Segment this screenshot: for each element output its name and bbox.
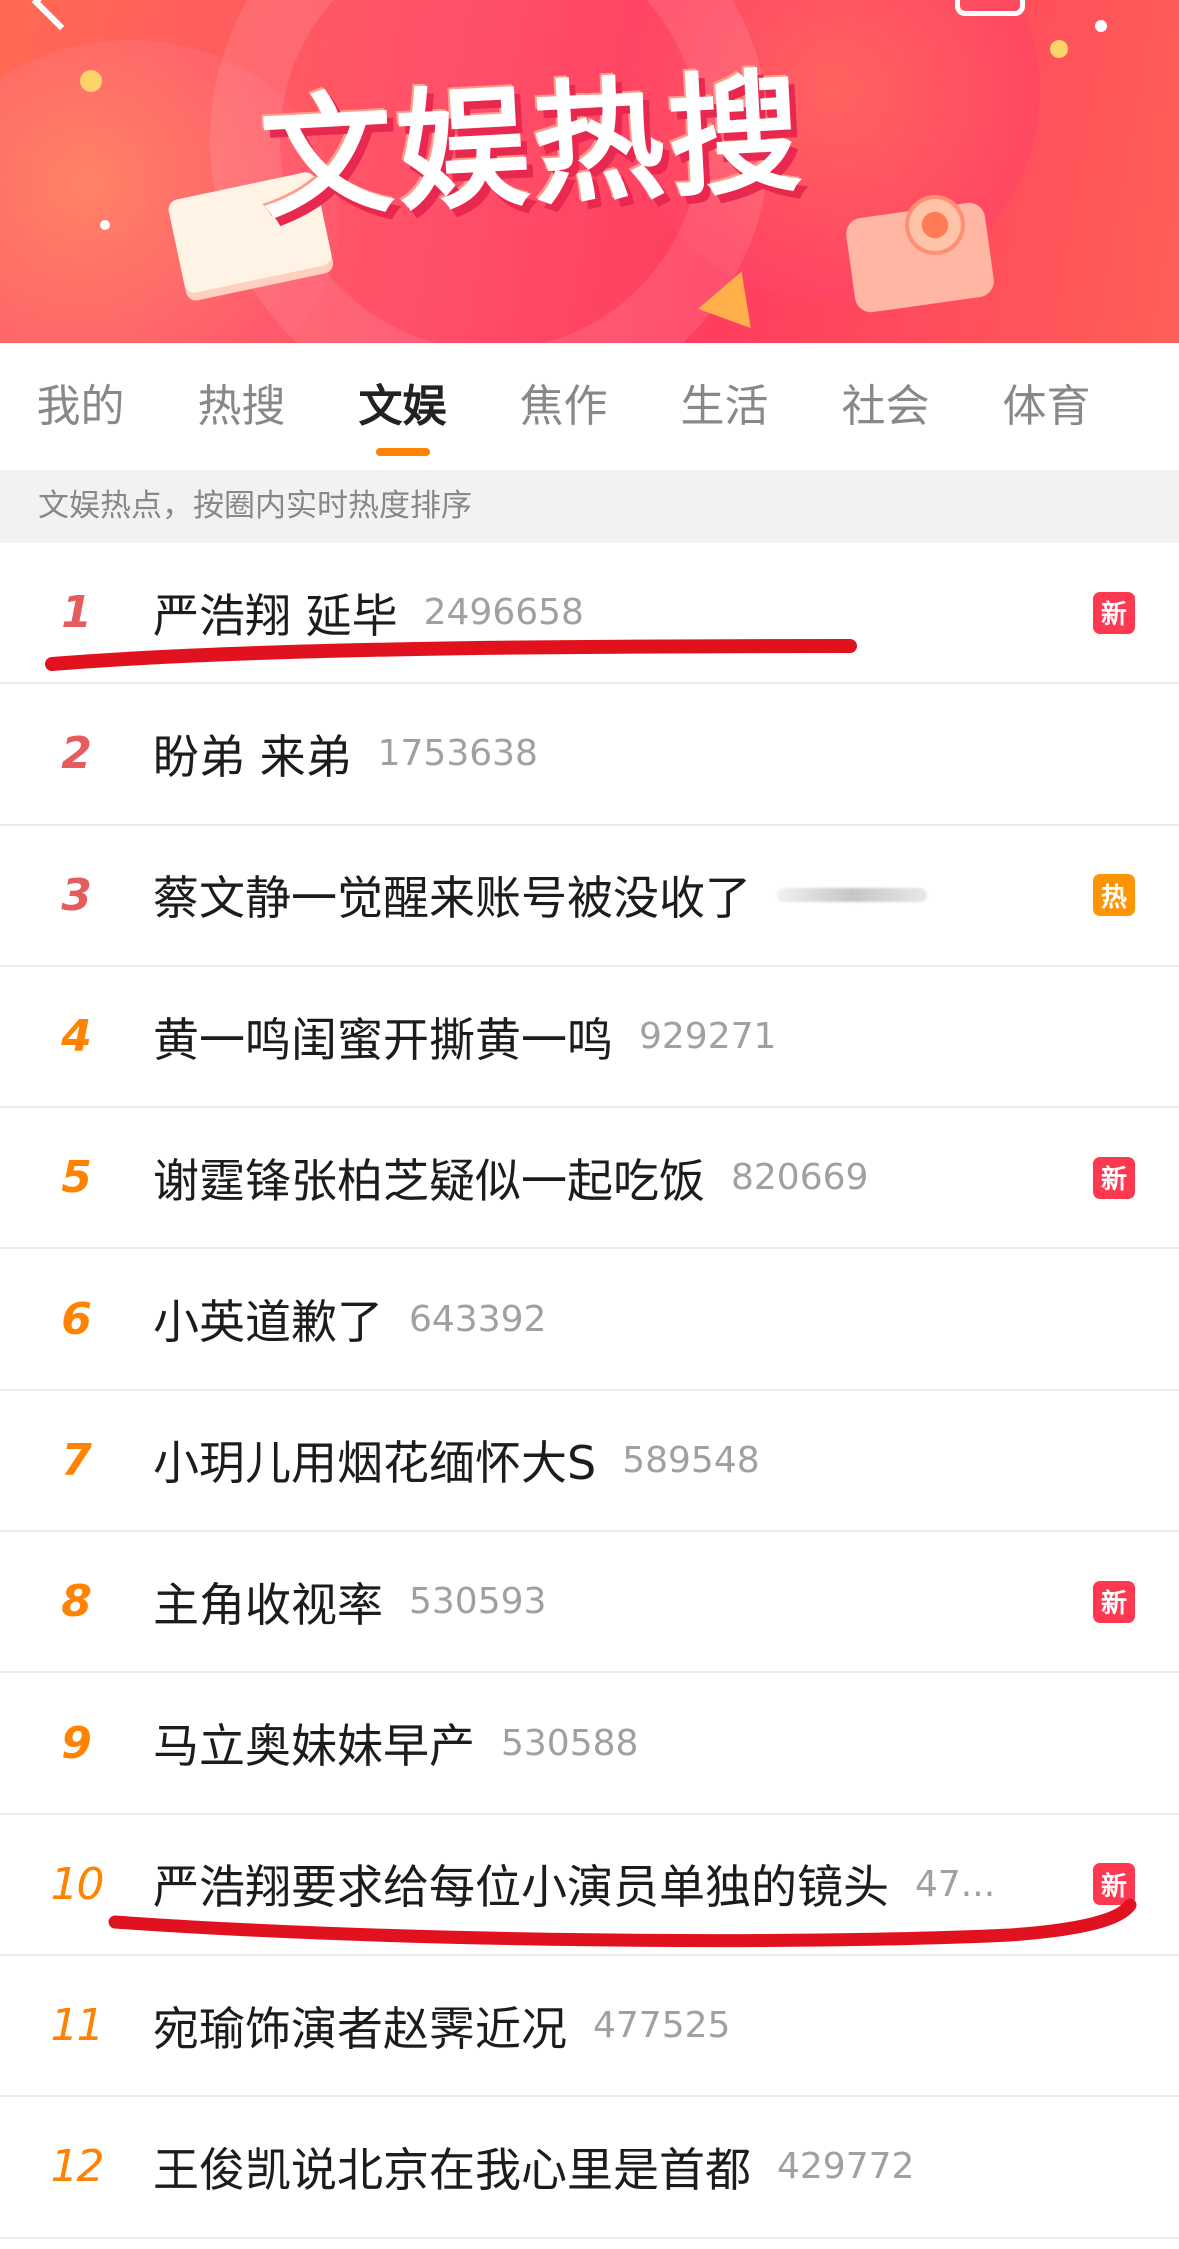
item-title: 盼弟 来弟 bbox=[153, 729, 352, 784]
list-item[interactable]: 2 盼弟 来弟 1753638 bbox=[0, 684, 1179, 826]
heat-count: 1753638 bbox=[377, 733, 538, 775]
list-item[interactable]: 1 严浩翔 延毕 2496658 新 bbox=[0, 543, 1179, 685]
tab-hot-search[interactable]: 热搜 bbox=[161, 343, 322, 470]
hot-badge: 热 bbox=[1093, 874, 1135, 917]
tab-jiaozuo[interactable]: 焦作 bbox=[483, 343, 644, 470]
heat-count: 2496658 bbox=[423, 592, 584, 634]
rank-number: 9 bbox=[61, 1717, 92, 1769]
tab-entertainment[interactable]: 文娱 bbox=[322, 343, 483, 470]
heat-count: 820669 bbox=[731, 1157, 869, 1199]
rank-number: 10 bbox=[50, 1858, 105, 1910]
new-badge: 新 bbox=[1093, 591, 1135, 634]
item-title: 小英道歉了 bbox=[153, 1295, 383, 1350]
rank-number: 5 bbox=[61, 1152, 92, 1204]
rank-number: 2 bbox=[61, 728, 92, 780]
heat-count: 477525 bbox=[593, 2005, 731, 2047]
tab-mine[interactable]: 我的 bbox=[0, 343, 161, 470]
back-arrow-icon[interactable] bbox=[31, 0, 89, 31]
new-badge: 新 bbox=[1093, 1863, 1135, 1906]
new-badge: 新 bbox=[1093, 1156, 1135, 1199]
item-title: 蔡文静一觉醒来账号被没收了 bbox=[153, 871, 751, 926]
list-item[interactable]: 4 黄一鸣闺蜜开撕黄一鸣 929271 bbox=[0, 967, 1179, 1109]
rank-number: 4 bbox=[61, 1011, 92, 1063]
rank-number: 6 bbox=[61, 1293, 92, 1345]
banner-title: 文娱热搜 bbox=[256, 55, 809, 239]
banner-decoration bbox=[1050, 40, 1068, 58]
heat-count: 47... bbox=[915, 1863, 996, 1905]
tab-bar: 我的 热搜 文娱 焦作 生活 社会 体育 bbox=[0, 343, 1179, 470]
tab-life[interactable]: 生活 bbox=[644, 343, 805, 470]
hot-search-list: 1 严浩翔 延毕 2496658 新 2 盼弟 来弟 1753638 3 蔡文静… bbox=[0, 543, 1179, 2239]
rank-number: 1 bbox=[61, 587, 92, 639]
item-title: 小玥儿用烟花缅怀大S bbox=[153, 1436, 597, 1491]
share-icon[interactable] bbox=[955, 0, 1025, 16]
heat-count: 929271 bbox=[639, 1016, 777, 1058]
heat-count: 429772 bbox=[777, 2146, 915, 2188]
item-title: 王俊凯说北京在我心里是首都 bbox=[153, 2142, 751, 2197]
list-item[interactable]: 10 严浩翔要求给每位小演员单独的镜头 47... 新 bbox=[0, 1815, 1179, 1956]
list-item[interactable]: 5 谢霆锋张柏芝疑似一起吃饭 820669 新 bbox=[0, 1108, 1179, 1250]
list-item[interactable]: 9 马立奥妹妹早产 530588 bbox=[0, 1673, 1179, 1815]
rank-number: 11 bbox=[50, 2000, 105, 2052]
list-item[interactable]: 11 宛瑜饰演者赵霁近况 477525 bbox=[0, 1956, 1179, 2098]
heat-count: 643392 bbox=[409, 1298, 547, 1340]
list-item[interactable]: 3 蔡文静一觉醒来账号被没收了 热 bbox=[0, 826, 1179, 967]
heat-count: 530588 bbox=[501, 1722, 639, 1764]
rank-number: 12 bbox=[50, 2141, 105, 2193]
new-badge: 新 bbox=[1093, 1580, 1135, 1623]
tab-society[interactable]: 社会 bbox=[805, 343, 966, 470]
heat-count: 530593 bbox=[409, 1581, 547, 1623]
camera-lens-illustration bbox=[905, 195, 965, 255]
banner: 文娱热搜 bbox=[0, 0, 1179, 343]
banner-decoration bbox=[80, 70, 102, 92]
item-title: 主角收视率 bbox=[153, 1577, 383, 1632]
blurred-heat-count bbox=[777, 888, 927, 903]
banner-decoration bbox=[100, 220, 110, 230]
tab-sports[interactable]: 体育 bbox=[966, 343, 1127, 470]
item-title: 黄一鸣闺蜜开撕黄一鸣 bbox=[153, 1012, 613, 1067]
item-title: 严浩翔要求给每位小演员单独的镜头 bbox=[153, 1860, 889, 1915]
item-title: 宛瑜饰演者赵霁近况 bbox=[153, 2001, 567, 2056]
list-item[interactable]: 6 小英道歉了 643392 bbox=[0, 1249, 1179, 1391]
rank-number: 8 bbox=[61, 1576, 92, 1628]
list-description: 文娱热点，按圈内实时热度排序 bbox=[0, 470, 1179, 543]
rank-number: 7 bbox=[61, 1434, 92, 1486]
item-title: 谢霆锋张柏芝疑似一起吃饭 bbox=[153, 1153, 705, 1208]
item-title: 严浩翔 延毕 bbox=[153, 588, 398, 643]
heat-count: 589548 bbox=[622, 1439, 760, 1481]
rank-number: 3 bbox=[61, 869, 92, 921]
banner-decoration bbox=[1095, 20, 1107, 32]
list-item[interactable]: 12 王俊凯说北京在我心里是首都 429772 bbox=[0, 2097, 1179, 2239]
item-title: 马立奥妹妹早产 bbox=[153, 1719, 475, 1774]
list-item[interactable]: 7 小玥儿用烟花缅怀大S 589548 bbox=[0, 1391, 1179, 1533]
list-item[interactable]: 8 主角收视率 530593 新 bbox=[0, 1532, 1179, 1674]
